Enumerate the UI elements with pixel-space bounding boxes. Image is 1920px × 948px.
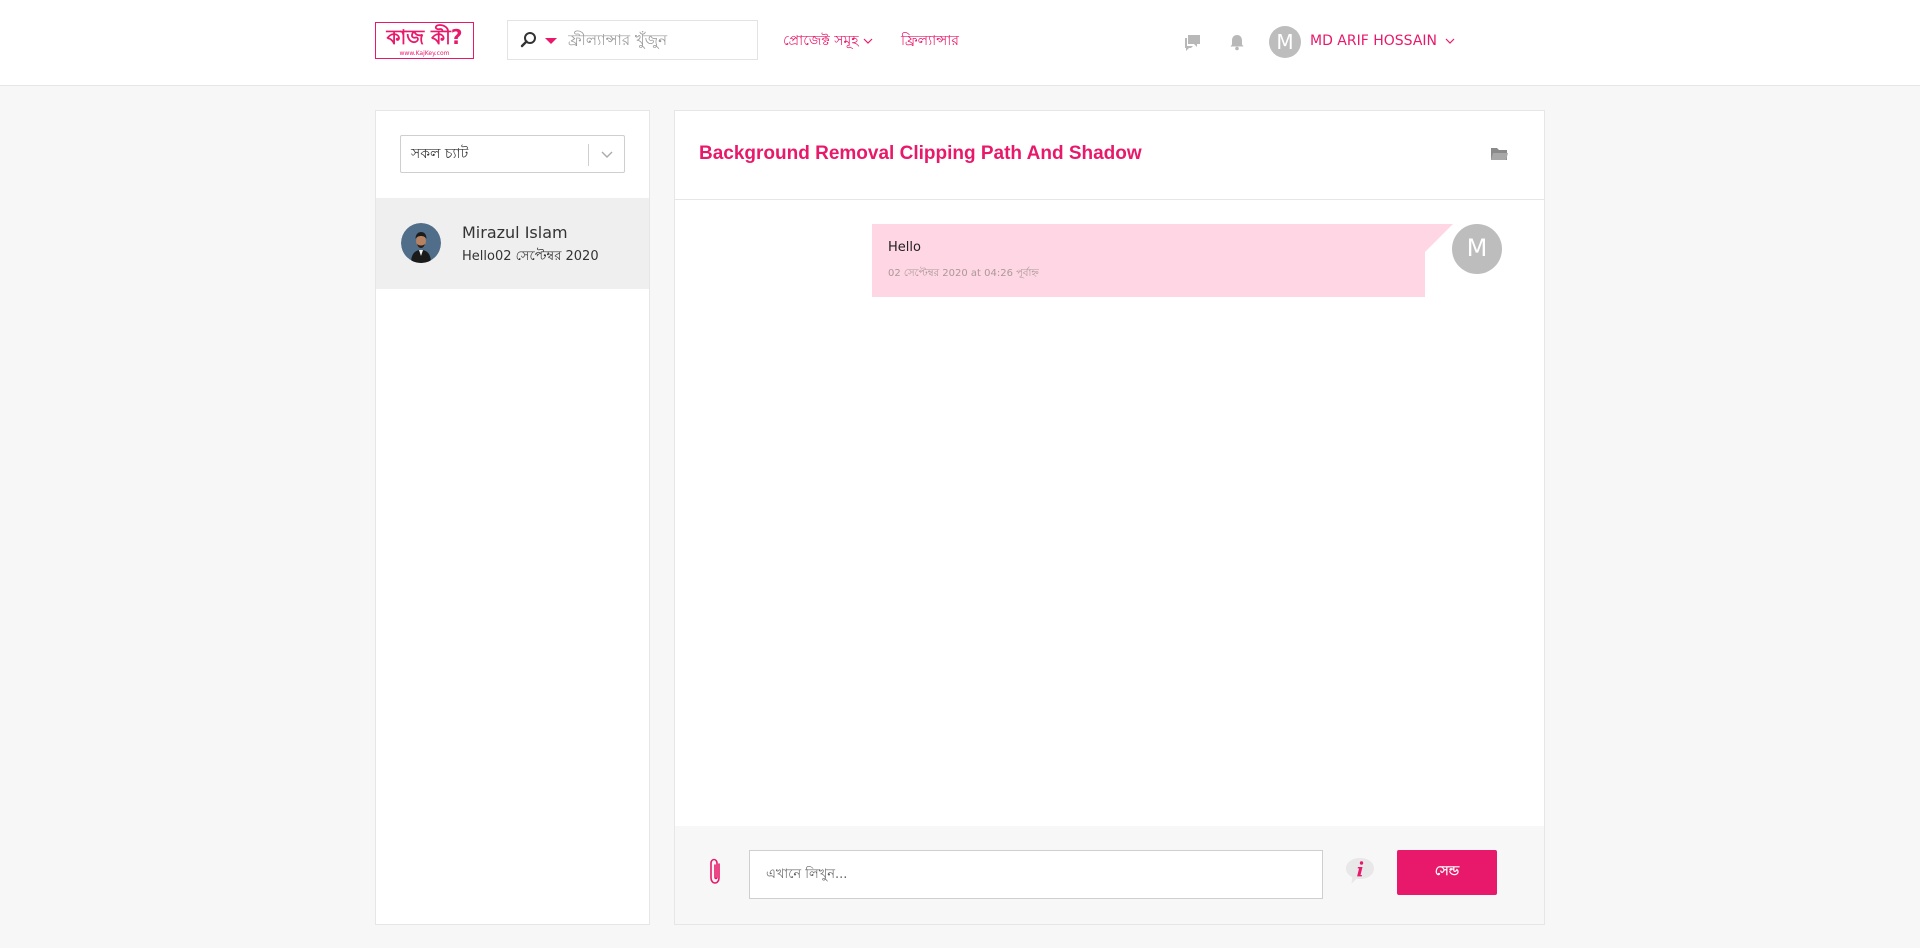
top-header: কাজ কী? www.KajKey.com প্রোজেক্ট সমূহ ফ্… (0, 0, 1920, 86)
folder-icon[interactable] (1490, 147, 1508, 161)
user-name: MD ARIF HOSSAIN (1310, 33, 1438, 49)
freelancer-search (507, 20, 758, 60)
conversation-title[interactable]: Background Removal Clipping Path And Sha… (699, 141, 1142, 167)
bubble-tail (1425, 224, 1453, 252)
last-message-preview: Hello02 সেপ্টেম্বর 2020 (462, 249, 599, 264)
user-menu[interactable]: MD ARIF HOSSAIN (1310, 31, 1455, 51)
select-divider (588, 144, 589, 166)
send-button[interactable]: সেন্ড (1397, 850, 1497, 895)
message-composer: সেন্ড (675, 826, 1544, 924)
user-avatar[interactable]: M (1269, 26, 1301, 58)
conversation-header: Background Removal Clipping Path And Sha… (675, 111, 1544, 200)
message-bubble: Hello 02 সেপ্টেম্বর 2020 at 04:26 পূর্বা… (872, 224, 1425, 297)
chevron-down-icon (863, 38, 873, 44)
nav-projects-label: প্রোজেক্ট সমূহ (783, 33, 859, 49)
chevron-down-icon[interactable] (600, 147, 614, 161)
site-logo[interactable]: কাজ কী? www.KajKey.com (375, 22, 474, 59)
logo-text: কাজ কী? (386, 25, 463, 49)
message-input[interactable] (749, 850, 1323, 899)
messages-icon[interactable] (1183, 32, 1203, 52)
chevron-down-icon (1445, 38, 1455, 44)
contact-name: Mirazul Islam (462, 223, 568, 242)
nav-freelancers-label: ফ্রিল্যান্সার (901, 33, 959, 49)
search-icon[interactable] (520, 31, 538, 49)
nav-projects[interactable]: প্রোজেক্ট সমূহ (783, 31, 873, 51)
sender-avatar: M (1452, 224, 1502, 274)
info-icon[interactable] (1344, 856, 1376, 886)
conversation-panel: Background Removal Clipping Path And Sha… (674, 110, 1545, 925)
search-type-caret-icon[interactable] (545, 38, 557, 44)
bell-icon[interactable] (1227, 32, 1247, 52)
search-input[interactable] (568, 27, 748, 53)
message-text: Hello (888, 240, 921, 255)
contact-avatar (401, 223, 441, 263)
chat-list-item[interactable]: Mirazul Islam Hello02 সেপ্টেম্বর 2020 (376, 198, 649, 289)
paperclip-icon[interactable] (707, 858, 725, 886)
chat-filter-select[interactable]: সকল চ্যাট (400, 135, 625, 173)
chat-filter-value: সকল চ্যাট (411, 146, 469, 162)
message-timestamp: 02 সেপ্টেম্বর 2020 at 04:26 পূর্বাহ্ন (888, 268, 1039, 279)
nav-freelancers[interactable]: ফ্রিল্যান্সার (901, 31, 959, 51)
chat-list-panel: সকল চ্যাট Mirazul Islam Hello02 সেপ্টেম্… (375, 110, 650, 925)
logo-url: www.KajKey.com (399, 50, 450, 57)
